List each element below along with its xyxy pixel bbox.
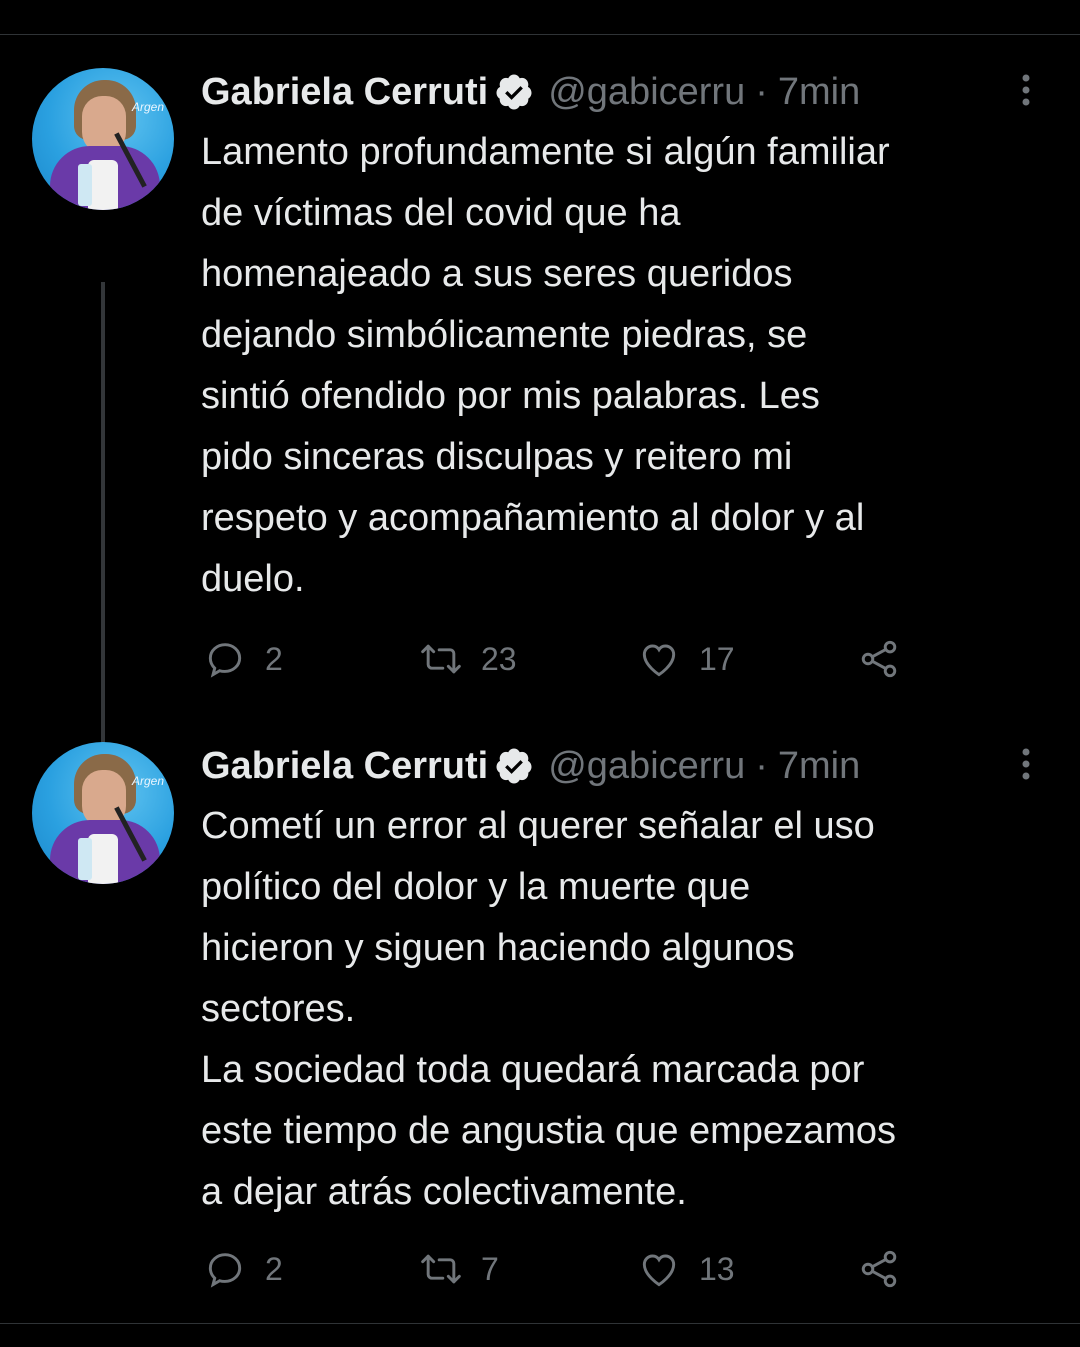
tweet-header: Gabriela Cerruti @gabicerru · 7min [201,66,860,118]
retweet-icon [421,1254,461,1284]
tweet-timestamp[interactable]: 7min [778,740,860,792]
share-icon [861,1250,897,1288]
verified-icon [496,74,532,110]
like-button[interactable]: 13 [637,1244,735,1294]
like-count: 13 [699,1250,735,1287]
author-name[interactable]: Gabriela Cerruti [201,740,488,792]
tweet-text: Cometí un error al querer señalar el uso… [201,805,896,1213]
share-icon [861,640,897,678]
tweet-timestamp[interactable]: 7min [778,66,860,118]
author-name[interactable]: Gabriela Cerruti [201,66,488,118]
avatar-background-text: Argen [132,100,165,114]
separator-dot: · [755,71,768,113]
tweet-actions: 2 7 13 [201,1244,961,1294]
tweet-thread: Argen Gabriela Cerruti @gabicerru · 7min… [0,0,1080,1347]
retweet-icon [421,644,461,674]
reply-button[interactable]: 2 [203,1244,283,1294]
share-button[interactable] [857,634,901,684]
divider [0,34,1080,35]
reply-count: 2 [265,1250,283,1287]
more-icon[interactable] [1016,746,1036,782]
tweet-text: Lamento profundamente si algún familiar … [201,131,890,600]
divider [0,1323,1080,1324]
retweet-count: 7 [481,1250,499,1287]
like-icon [642,1254,676,1287]
more-icon[interactable] [1016,72,1036,108]
reply-count: 2 [265,640,283,677]
share-button[interactable] [857,1244,901,1294]
verified-icon [496,748,532,784]
like-count: 17 [699,640,735,677]
reply-button[interactable]: 2 [203,634,283,684]
author-handle[interactable]: @gabicerru [548,740,745,792]
thread-connector-line [101,282,105,802]
retweet-button[interactable]: 23 [419,634,517,684]
avatar-background-text: Argen [132,774,165,788]
separator-dot: · [755,745,768,787]
reply-icon [208,1253,242,1288]
avatar[interactable]: Argen [32,68,174,210]
tweet-actions: 2 23 17 [201,634,961,684]
tweet-header: Gabriela Cerruti @gabicerru · 7min [201,740,860,792]
like-button[interactable]: 17 [637,634,735,684]
retweet-count: 23 [481,640,517,677]
retweet-button[interactable]: 7 [419,1244,499,1294]
like-icon [642,644,676,677]
reply-icon [208,643,242,678]
author-handle[interactable]: @gabicerru [548,66,745,118]
avatar[interactable]: Argen [32,742,174,884]
